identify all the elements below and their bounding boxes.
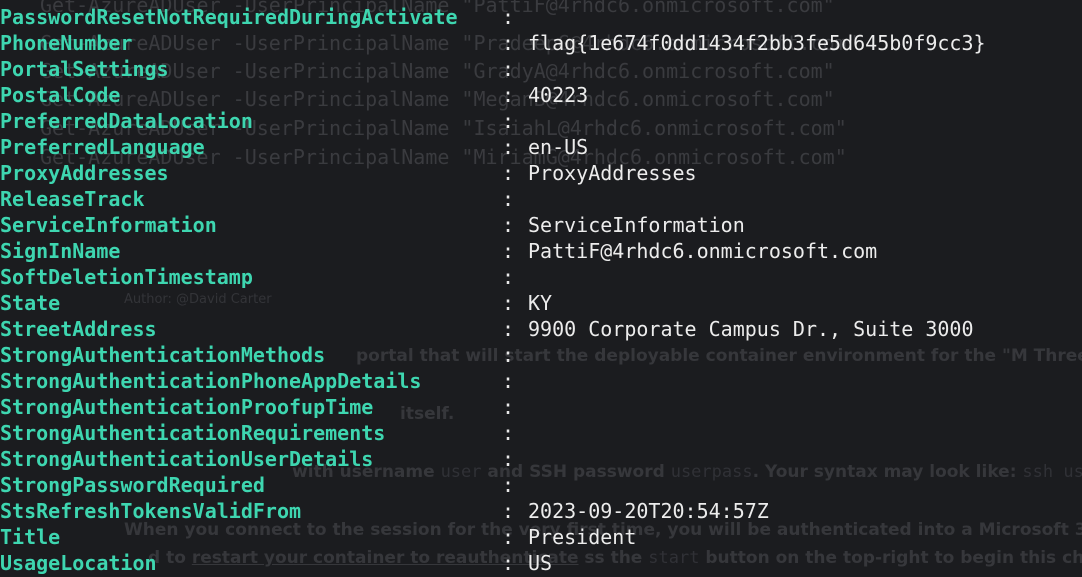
property-name: StreetAddress (0, 317, 157, 341)
property-name: ProxyAddresses (0, 161, 169, 185)
property-name: StrongAuthenticationRequirements (0, 421, 386, 445)
output-row: StrongAuthenticationPhoneAppDetails: (0, 368, 1082, 394)
property-value: President (528, 525, 637, 549)
property-separator: : (502, 317, 515, 341)
property-separator: : (502, 5, 515, 29)
output-row: UsageLocation: US (0, 550, 1082, 576)
output-row: StrongPasswordRequired: (0, 472, 1082, 498)
property-separator: : (502, 499, 515, 523)
output-row: StreetAddress:9900 Corporate Campus Dr.,… (0, 316, 1082, 342)
property-name: PostalCode (0, 83, 121, 107)
property-separator: : (502, 135, 515, 159)
property-separator: : (502, 265, 515, 289)
property-value: 2023-09-20T20:54:57Z (528, 499, 769, 523)
property-name: StrongPasswordRequired (0, 473, 265, 497)
output-row: StrongAuthenticationMethods: (0, 342, 1082, 368)
property-value: 40223 (528, 83, 589, 107)
output-row: State: KY (0, 290, 1082, 316)
property-separator: : (502, 395, 515, 419)
output-row: ProxyAddresses: ProxyAddresses (0, 160, 1082, 186)
property-separator: : (502, 421, 515, 445)
property-separator: : (502, 83, 515, 107)
property-separator: : (502, 447, 515, 471)
output-row: PreferredLanguage: en-US (0, 134, 1082, 160)
property-name: StrongAuthenticationMethods (0, 343, 326, 367)
property-separator: : (502, 369, 515, 393)
property-separator: : (502, 525, 515, 549)
property-separator: : (502, 57, 515, 81)
property-name: ServiceInformation (0, 213, 217, 237)
property-value: 9900 Corporate Campus Dr., Suite 3000 (528, 317, 974, 341)
property-value: PattiF@4rhdc6.onmicrosoft.com (528, 239, 878, 263)
property-name: StrongAuthenticationUserDetails (0, 447, 374, 471)
property-name: PortalSettings (0, 57, 169, 81)
output-row: StrongAuthenticationProofupTime: (0, 394, 1082, 420)
output-row: StrongAuthenticationRequirements: (0, 420, 1082, 446)
property-separator: : (502, 343, 515, 367)
output-row: Title: President (0, 524, 1082, 550)
property-name: StsRefreshTokensValidFrom (0, 499, 302, 523)
property-name: SignInName (0, 239, 121, 263)
property-name: StrongAuthenticationPhoneAppDetails (0, 369, 422, 393)
property-separator: : (502, 109, 515, 133)
output-row: PasswordResetNotRequiredDuringActivate: (0, 4, 1082, 30)
property-separator: : (502, 161, 515, 185)
terminal-window[interactable]: Get-AzureADUser -UserPrincipalName "Patt… (0, 0, 1082, 577)
property-name: PreferredLanguage (0, 135, 205, 159)
property-value: KY (528, 291, 553, 315)
property-name: PreferredDataLocation (0, 109, 253, 133)
property-value: ServiceInformation (528, 213, 745, 237)
property-name: PasswordResetNotRequiredDuringActivate (0, 5, 458, 29)
property-separator: : (502, 31, 515, 55)
property-name: UsageLocation (0, 551, 157, 575)
output-row: PreferredDataLocation: (0, 108, 1082, 134)
property-separator: : (502, 187, 515, 211)
output-row: PostalCode:40223 (0, 82, 1082, 108)
terminal-output[interactable]: PasswordResetNotRequiredDuringActivate: … (0, 4, 1082, 576)
property-separator: : (502, 213, 515, 237)
output-row: PortalSettings: (0, 56, 1082, 82)
property-name: Title (0, 525, 61, 549)
output-row: StrongAuthenticationUserDetails: (0, 446, 1082, 472)
output-row: ServiceInformation: ServiceInformation (0, 212, 1082, 238)
output-row: SoftDeletionTimestamp: (0, 264, 1082, 290)
property-name: State (0, 291, 61, 315)
output-row: PhoneNumber: flag{1e674f0dd1434f2bb3fe5d6… (0, 30, 1082, 56)
output-row: StsRefreshTokensValidFrom:2023-09-20T20:… (0, 498, 1082, 524)
property-separator: : (502, 551, 515, 575)
output-row: ReleaseTrack: (0, 186, 1082, 212)
property-value: flag{1e674f0dd1434f2bb3fe5d645b0f9cc3} (528, 31, 986, 55)
property-separator: : (502, 291, 515, 315)
property-name: PhoneNumber (0, 31, 133, 55)
property-value: en-US (528, 135, 589, 159)
property-value: ProxyAddresses (528, 161, 697, 185)
property-name: ReleaseTrack (0, 187, 145, 211)
output-row: SignInName: PattiF@4rhdc6.onmicrosoft.com (0, 238, 1082, 264)
property-separator: : (502, 239, 515, 263)
property-value: US (528, 551, 553, 575)
property-separator: : (502, 473, 515, 497)
property-name: StrongAuthenticationProofupTime (0, 395, 374, 419)
property-name: SoftDeletionTimestamp (0, 265, 253, 289)
